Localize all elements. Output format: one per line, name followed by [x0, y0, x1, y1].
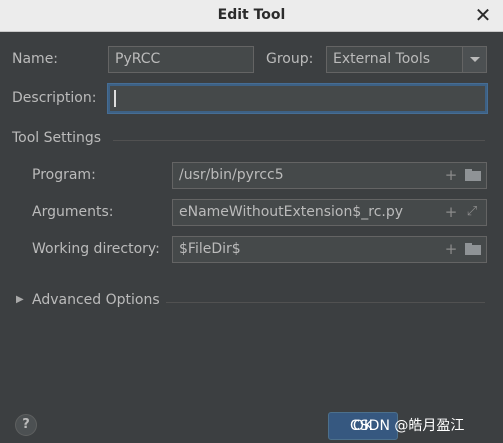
- close-icon[interactable]: ✕: [473, 5, 493, 25]
- name-label: Name:: [12, 51, 59, 67]
- plus-icon[interactable]: +: [443, 204, 459, 220]
- text-caret: [114, 90, 116, 107]
- program-value: /usr/bin/pyrcc5: [179, 167, 284, 183]
- name-value: PyRCC: [115, 51, 161, 67]
- group-dropdown[interactable]: External Tools: [326, 46, 487, 73]
- working-directory-field[interactable]: $FileDir$: [172, 236, 487, 263]
- expand-icon[interactable]: ⤢: [464, 204, 480, 220]
- folder-icon[interactable]: [465, 243, 481, 255]
- help-button[interactable]: ?: [15, 414, 37, 436]
- plus-icon[interactable]: +: [443, 241, 459, 257]
- working-directory-label: Working directory:: [32, 241, 160, 257]
- name-field[interactable]: PyRCC: [108, 46, 254, 73]
- advanced-options-label[interactable]: Advanced Options: [32, 292, 160, 308]
- advanced-options-separator: [166, 302, 485, 303]
- tool-settings-heading: Tool Settings: [12, 130, 102, 146]
- folder-icon[interactable]: [465, 169, 481, 181]
- description-label: Description:: [12, 90, 97, 106]
- watermark: CSDN @皓月盈江: [350, 418, 465, 434]
- group-value: External Tools: [333, 51, 431, 67]
- tool-settings-separator: [113, 140, 485, 141]
- plus-icon[interactable]: +: [443, 167, 459, 183]
- working-directory-value: $FileDir$: [179, 241, 241, 257]
- program-field[interactable]: /usr/bin/pyrcc5: [172, 162, 487, 189]
- arguments-field[interactable]: eNameWithoutExtension$_rc.py: [172, 199, 487, 226]
- description-field[interactable]: [108, 84, 487, 113]
- chevron-down-icon[interactable]: [462, 47, 486, 72]
- group-label: Group:: [266, 51, 314, 67]
- window-title: Edit Tool: [217, 7, 286, 23]
- arguments-label: Arguments:: [32, 204, 114, 220]
- program-label: Program:: [32, 167, 96, 183]
- arguments-value: eNameWithoutExtension$_rc.py: [179, 204, 404, 220]
- triangle-right-icon[interactable]: ▶: [16, 294, 28, 306]
- title-bar: Edit Tool ✕: [0, 0, 503, 32]
